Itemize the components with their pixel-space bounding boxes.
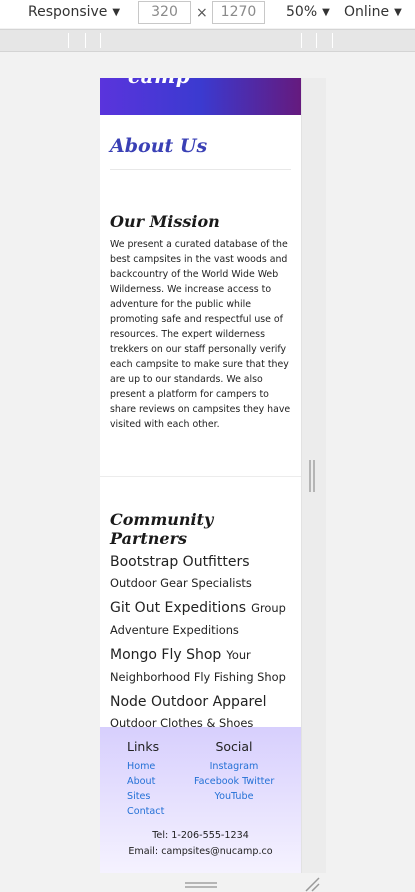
partner-name: Bootstrap Outfitters [110, 554, 250, 570]
links-heading: Links [127, 739, 160, 754]
partner-name: Git Out Expeditions [110, 600, 247, 616]
partner-name: Mongo Fly Shop [110, 647, 222, 663]
device-select[interactable]: Responsive ▼ [28, 4, 120, 20]
caret-down-icon: ▼ [112, 6, 121, 18]
partner-item: Bootstrap Outfitters Outdoor Gear Specia… [110, 551, 291, 594]
mission-text: We present a curated database of the bes… [110, 239, 291, 430]
social-link-youtube[interactable]: YouTube [194, 789, 274, 804]
footer-link-home[interactable]: Home [127, 759, 164, 774]
caret-down-icon: ▼ [322, 6, 330, 18]
device-toolbar: Responsive ▼ 320 × 1270 50% ▼ Online ▼ [0, 0, 415, 28]
times-icon: × [196, 5, 208, 21]
partner-item: Mongo Fly Shop Your Neighborhood Fly Fis… [110, 644, 291, 688]
network-label: Online [344, 4, 390, 20]
social-heading: Social [215, 739, 253, 754]
mission-title: Our Mission [110, 212, 220, 231]
footer-link-contact[interactable]: Contact [127, 804, 164, 819]
site-footer: Links Home About Sites Contact Social In… [100, 727, 301, 873]
zoom-select[interactable]: 50% ▼ [286, 4, 330, 20]
height-input[interactable]: 1270 [212, 1, 265, 24]
zoom-label: 50% [286, 4, 318, 20]
footer-social: Social Instagram Facebook Twitter YouTub… [194, 739, 274, 804]
device-label: Responsive [28, 4, 108, 20]
partner-item: Git Out Expeditions Group Adventure Expe… [110, 597, 291, 641]
mission-section: Our Mission We present a curated databas… [100, 170, 301, 432]
social-link-facebook-twitter[interactable]: Facebook Twitter [194, 774, 274, 789]
site-logo[interactable]: camp [128, 78, 190, 88]
device-viewport: camp About Us Our Mission We present a c… [100, 78, 302, 873]
about-section: About Us [100, 115, 301, 170]
footer-links: Links Home About Sites Contact [127, 739, 164, 819]
partners-section: Community Partners Bootstrap Outfitters … [100, 477, 301, 734]
width-input[interactable]: 320 [138, 1, 191, 24]
header-banner: camp [100, 78, 301, 115]
footer-email: Email: campsites@nucamp.co [128, 846, 273, 857]
media-query-ruler[interactable] [0, 29, 415, 52]
bottom-resize-handle[interactable] [185, 882, 217, 888]
partners-title: Community Partners [110, 510, 214, 548]
right-resize-handle[interactable] [309, 460, 315, 492]
network-select[interactable]: Online ▼ [344, 4, 402, 20]
caret-down-icon: ▼ [394, 6, 402, 18]
partner-name: Node Outdoor Apparel [110, 694, 267, 710]
social-link-instagram[interactable]: Instagram [194, 759, 274, 774]
corner-resize-icon[interactable] [304, 876, 320, 892]
partner-description: Outdoor Gear Specialists [110, 576, 252, 590]
page-title: About Us [110, 135, 291, 170]
footer-link-about[interactable]: About [127, 774, 164, 789]
footer-link-sites[interactable]: Sites [127, 789, 164, 804]
footer-phone: Tel: 1-206-555-1234 [152, 830, 249, 841]
